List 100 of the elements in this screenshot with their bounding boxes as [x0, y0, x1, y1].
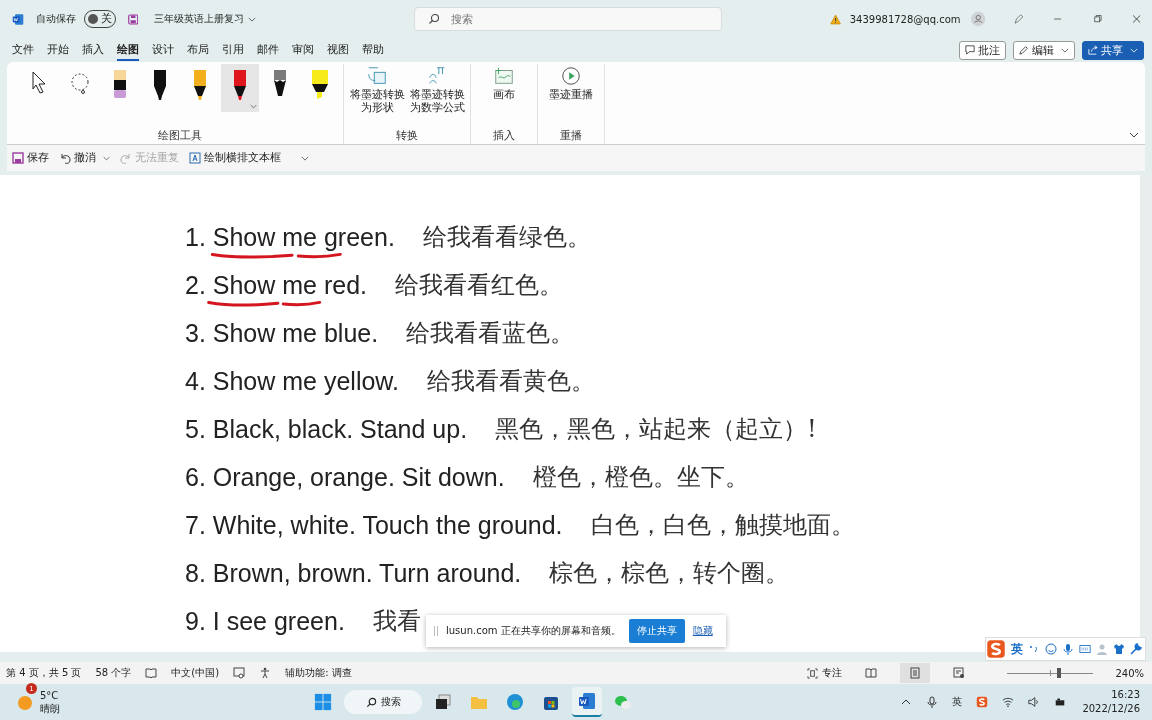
- chevron-down-icon: [250, 104, 257, 109]
- word-app-icon[interactable]: [572, 687, 603, 717]
- ink-to-shape-button[interactable]: 将墨迹转换为形状: [348, 64, 406, 114]
- pen-tool[interactable]: [221, 64, 259, 112]
- book-icon[interactable]: [145, 667, 158, 679]
- keyboard-icon[interactable]: [1079, 643, 1091, 655]
- collapse-ribbon-icon[interactable]: [1129, 132, 1139, 138]
- word-count[interactable]: 58 个字: [95, 666, 132, 680]
- comment-button[interactable]: 批注: [959, 40, 1006, 60]
- chinese-translation: 给我看看蓝色。: [406, 318, 575, 349]
- focus-button[interactable]: 专注: [807, 666, 843, 680]
- chevron-down-icon: [248, 17, 257, 22]
- focus-icon: [807, 667, 819, 679]
- temperature[interactable]: 5°C: [40, 689, 60, 702]
- menu-tab[interactable]: 帮助: [362, 39, 384, 61]
- textbox-button[interactable]: 绘制横排文本框: [189, 151, 281, 165]
- wrench-icon[interactable]: [1130, 643, 1142, 655]
- chinese-translation: 棕色，棕色，转个圈。: [549, 558, 790, 589]
- undo-button[interactable]: 撤消: [59, 151, 110, 165]
- chinese-translation: 黑色，黑色，站起来（起立）!: [495, 414, 817, 445]
- menu-tab[interactable]: 引用: [222, 39, 244, 61]
- avatar-icon[interactable]: [970, 10, 986, 28]
- zoom-level[interactable]: 240%: [1115, 667, 1144, 679]
- taskbar-search[interactable]: 搜索: [344, 690, 423, 714]
- display-settings-icon[interactable]: [233, 667, 246, 679]
- menu-tab[interactable]: 视图: [327, 39, 349, 61]
- comment-icon: [965, 45, 975, 55]
- weather-condition[interactable]: 晴朗: [40, 702, 60, 715]
- save-icon: [12, 152, 24, 164]
- chevron-down-icon: [103, 155, 110, 161]
- wifi-icon[interactable]: [1002, 696, 1015, 708]
- shirt-icon[interactable]: [1113, 643, 1125, 655]
- ink-replay-button[interactable]: 墨迹重播: [542, 64, 600, 101]
- menu-tab[interactable]: 设计: [152, 39, 174, 61]
- document-title[interactable]: 三年级英语上册复习: [154, 12, 257, 26]
- chinese-translation: 我看: [372, 606, 421, 637]
- canvas-button[interactable]: 画布: [475, 64, 533, 101]
- menu-tab[interactable]: 审阅: [292, 39, 314, 61]
- scrollbar[interactable]: [1140, 175, 1152, 652]
- search-field[interactable]: 搜索: [414, 7, 723, 31]
- emoji-icon[interactable]: [1045, 643, 1057, 655]
- battery-icon[interactable]: [1054, 696, 1067, 708]
- undo-icon: [59, 152, 71, 164]
- share-button[interactable]: 共享: [1082, 40, 1144, 60]
- sogou-logo-icon[interactable]: [976, 696, 989, 708]
- sogou-logo-icon[interactable]: [986, 639, 1006, 659]
- print-layout-icon[interactable]: [900, 663, 931, 683]
- microphone-icon[interactable]: [1062, 643, 1074, 655]
- chinese-translation: 给我看看黄色。: [427, 366, 595, 397]
- english-sentence: 1. Show me green.: [185, 222, 395, 252]
- language-status[interactable]: 中文(中国): [171, 666, 220, 680]
- menu-tab[interactable]: 绘图: [117, 39, 139, 61]
- chinese-translation: 橙色，橙色。坐下。: [532, 462, 749, 493]
- edit-button[interactable]: 编辑: [1013, 40, 1075, 60]
- menu-tab[interactable]: 布局: [187, 39, 209, 61]
- save-button[interactable]: 保存: [12, 151, 49, 165]
- clock-time[interactable]: 16:23: [1111, 688, 1140, 702]
- accessibility-status[interactable]: 辅助功能: 调查: [285, 666, 352, 680]
- accessibility-icon[interactable]: [259, 667, 272, 679]
- group-label: 绘图工具: [158, 129, 202, 143]
- chevron-down-icon: [1061, 47, 1069, 53]
- menu-tab[interactable]: 开始: [47, 39, 69, 61]
- customize-toolbar-icon[interactable]: [301, 155, 309, 161]
- page-count[interactable]: 第 4 页，共 5 页: [6, 666, 82, 680]
- pen-icon[interactable]: [1013, 12, 1025, 26]
- english-sentence: 4. Show me yellow.: [185, 366, 399, 396]
- punctuation-icon[interactable]: [1028, 643, 1040, 655]
- ink-to-math-button[interactable]: 将墨迹转换为数学公式: [408, 64, 466, 114]
- english-sentence: 2. Show me red.: [185, 270, 368, 300]
- shapes-icon: [366, 65, 388, 87]
- english-sentence: 7. White, white. Touch the ground.: [185, 510, 563, 540]
- input-method-indicator[interactable]: 英: [952, 695, 963, 709]
- group-label: 重播: [560, 129, 582, 143]
- menu-tab[interactable]: 文件: [12, 39, 34, 61]
- close-icon[interactable]: [1130, 12, 1142, 26]
- autosave-label: 自动保存: [36, 12, 77, 26]
- hide-link[interactable]: 隐藏: [692, 624, 713, 638]
- play-icon: [560, 65, 582, 87]
- search-icon: [428, 13, 441, 25]
- text-box-icon: [189, 152, 201, 164]
- english-sentence: 8. Brown, brown. Turn around.: [185, 558, 522, 588]
- chevron-down-icon: [1130, 47, 1138, 53]
- english-sentence: 3. Show me blue.: [185, 318, 379, 348]
- word-logo-icon: [12, 11, 25, 27]
- chinese-translation: 白色，白色，触摸地面。: [590, 510, 855, 541]
- menu-tab[interactable]: 插入: [82, 39, 104, 61]
- microphone-icon[interactable]: [926, 696, 939, 708]
- save-icon[interactable]: [128, 12, 139, 26]
- group-label: 插入: [493, 129, 515, 143]
- english-sentence: 6. Orange, orange. Sit down.: [185, 462, 505, 492]
- speaker-icon[interactable]: [1028, 696, 1041, 708]
- chinese-translation: 给我看看红色。: [395, 270, 564, 301]
- warning-icon: [830, 12, 842, 26]
- menu-tab[interactable]: 邮件: [257, 39, 279, 61]
- clock-date[interactable]: 2022/12/26: [1082, 702, 1140, 716]
- account-email[interactable]: 3439981728@qq.com: [849, 13, 961, 25]
- start-icon[interactable]: [314, 693, 333, 711]
- input-mode-toggle[interactable]: 英: [1011, 640, 1023, 658]
- stop-sharing-button[interactable]: 停止共享: [628, 619, 685, 643]
- english-sentence: 9. I see green.: [185, 606, 345, 636]
